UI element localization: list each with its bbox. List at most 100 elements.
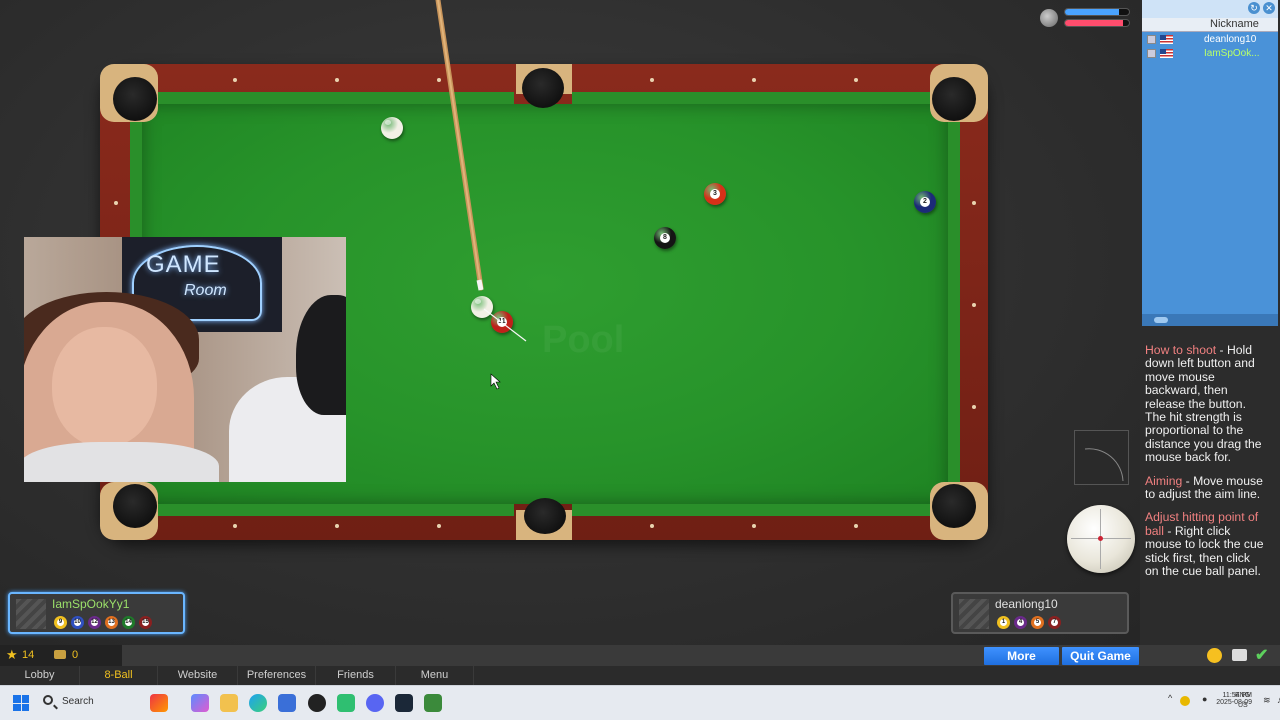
player-ball-rack: 9 10 12 13 14 15 bbox=[54, 616, 152, 629]
edge-icon[interactable] bbox=[249, 694, 267, 712]
rail-diamond bbox=[233, 78, 237, 82]
wifi-icon[interactable]: ≋ bbox=[1263, 695, 1271, 706]
rail-diamond bbox=[233, 524, 237, 528]
us-flag-icon bbox=[1160, 49, 1173, 58]
cushion-right bbox=[948, 122, 960, 486]
xbox-icon[interactable] bbox=[337, 694, 355, 712]
player-panel-left: IamSpOokYy1 9 10 12 13 14 15 bbox=[8, 592, 185, 634]
stats-bar: ★ 14 0 More Quit Game ✔ bbox=[0, 645, 1280, 666]
pocket-top-right bbox=[932, 77, 976, 121]
cue-ball-spin-panel[interactable] bbox=[1067, 505, 1135, 573]
nav-8-ball[interactable]: 8-Ball bbox=[80, 666, 158, 685]
mini-ball-12: 12 bbox=[88, 616, 101, 629]
taskbar-clock[interactable]: 11:54 PM 2025-08-09 bbox=[1216, 692, 1252, 706]
player-name: deanlong10 bbox=[995, 597, 1058, 611]
help-how-to-shoot: How to shoot - Hold down left button and… bbox=[1145, 343, 1262, 465]
pocket-bottom-middle bbox=[524, 498, 566, 534]
sidebar-titlebar: ↻ ✕ bbox=[1142, 0, 1278, 18]
us-flag-icon bbox=[1160, 35, 1173, 44]
chevron-up-icon[interactable]: ^ bbox=[1168, 693, 1172, 703]
help-panel: How to shoot - Hold down left button and… bbox=[1142, 332, 1270, 628]
player-list-item[interactable]: deanlong10 bbox=[1142, 33, 1278, 47]
rail-diamond bbox=[752, 78, 756, 82]
webcam-overlay: GAME Room bbox=[24, 237, 346, 482]
nav-preferences[interactable]: Preferences bbox=[238, 666, 316, 685]
ball-2: 2 bbox=[914, 191, 936, 213]
minecraft-icon[interactable] bbox=[424, 694, 442, 712]
emoji-icon[interactable] bbox=[1207, 648, 1222, 663]
player-list: deanlong10 IamSpOok... bbox=[1142, 32, 1278, 314]
nav-lobby[interactable]: Lobby bbox=[0, 666, 80, 685]
cushion-bottom-right bbox=[572, 504, 930, 516]
nav-website[interactable]: Website bbox=[158, 666, 238, 685]
game-nav: Lobby 8-Ball Website Preferences Friends… bbox=[0, 666, 1280, 685]
app-icon[interactable] bbox=[308, 694, 326, 712]
gauge-icon bbox=[1040, 9, 1058, 27]
player-list-scrollbar[interactable] bbox=[1142, 314, 1278, 326]
mini-ball-4: 4 bbox=[1014, 616, 1027, 629]
game-area[interactable]: Pool 11 8 3 2 GAME Room IamSpOokYy1 9 10… bbox=[0, 0, 1140, 645]
player-avatar bbox=[959, 599, 989, 629]
app-icon[interactable] bbox=[150, 694, 168, 712]
mini-ball-13: 13 bbox=[105, 616, 118, 629]
taskbar-search[interactable]: Search bbox=[36, 692, 136, 714]
rail-diamond bbox=[972, 405, 976, 409]
mini-ball-10: 10 bbox=[71, 616, 84, 629]
pocket-top-middle bbox=[522, 68, 564, 108]
cushion-top-left bbox=[158, 92, 514, 104]
ball-8: 8 bbox=[654, 227, 676, 249]
player-status-icon bbox=[1147, 35, 1156, 44]
discord-icon[interactable] bbox=[366, 694, 384, 712]
coin-count: 0 bbox=[72, 649, 79, 661]
neon-sign-text: GAME bbox=[146, 251, 221, 278]
rail-diamond bbox=[752, 524, 756, 528]
quit-game-button[interactable]: Quit Game bbox=[1062, 647, 1139, 665]
close-icon[interactable]: ✕ bbox=[1263, 2, 1275, 14]
person-left-face bbox=[52, 327, 157, 447]
player-list-item[interactable]: IamSpOok... bbox=[1142, 47, 1278, 61]
rail-diamond bbox=[972, 303, 976, 307]
check-icon[interactable]: ✔ bbox=[1255, 645, 1268, 665]
pocket-bottom-left bbox=[113, 484, 157, 528]
store-icon[interactable] bbox=[278, 694, 296, 712]
rail-diamond bbox=[854, 78, 858, 82]
mini-ball-14: 14 bbox=[122, 616, 135, 629]
mini-ball-7: 7 bbox=[1048, 616, 1061, 629]
rail-diamond bbox=[114, 201, 118, 205]
help-aiming: Aiming - Move mouse to adjust the aim li… bbox=[1145, 473, 1263, 502]
ball-3: 3 bbox=[704, 183, 726, 205]
refresh-icon[interactable]: ↻ bbox=[1248, 2, 1260, 14]
player-name: IamSpOokYy1 bbox=[52, 597, 130, 611]
person-right-hair bbox=[296, 295, 346, 415]
nickname-column-header[interactable]: Nickname bbox=[1142, 18, 1278, 32]
ball-11: 11 bbox=[491, 311, 513, 333]
nav-menu[interactable]: Menu bbox=[396, 666, 474, 685]
file-explorer-icon[interactable] bbox=[220, 694, 238, 712]
windows-start-icon[interactable] bbox=[13, 695, 29, 711]
cushion-bottom-left bbox=[158, 504, 514, 516]
chat-icon[interactable] bbox=[1232, 649, 1247, 661]
steam-icon[interactable] bbox=[395, 694, 413, 712]
rail-diamond bbox=[335, 78, 339, 82]
copilot-icon[interactable] bbox=[191, 694, 209, 712]
cue-ball[interactable] bbox=[471, 296, 493, 318]
star-icon: ★ bbox=[6, 647, 18, 662]
hit-point-dot bbox=[1098, 536, 1103, 541]
player-status-icon bbox=[1147, 49, 1156, 58]
rail-diamond bbox=[650, 78, 654, 82]
mini-ball-9: 9 bbox=[54, 616, 67, 629]
cue-angle-panel[interactable] bbox=[1074, 430, 1129, 485]
mini-ball-1: 1 bbox=[997, 616, 1010, 629]
neon-sign-subtext: Room bbox=[184, 282, 227, 299]
microphone-icon[interactable]: ● bbox=[1202, 694, 1207, 704]
rail-diamond bbox=[854, 524, 858, 528]
more-button[interactable]: More bbox=[984, 647, 1059, 665]
pocket-top-left bbox=[113, 77, 157, 121]
star-count: 14 bbox=[22, 649, 35, 661]
nav-friends[interactable]: Friends bbox=[316, 666, 396, 685]
power-gauge-top bbox=[1064, 8, 1130, 16]
pocket-bottom-right bbox=[932, 484, 976, 528]
tray-app-icon[interactable] bbox=[1180, 696, 1190, 706]
felt-watermark: Pool bbox=[542, 319, 625, 361]
rail-diamond bbox=[650, 524, 654, 528]
